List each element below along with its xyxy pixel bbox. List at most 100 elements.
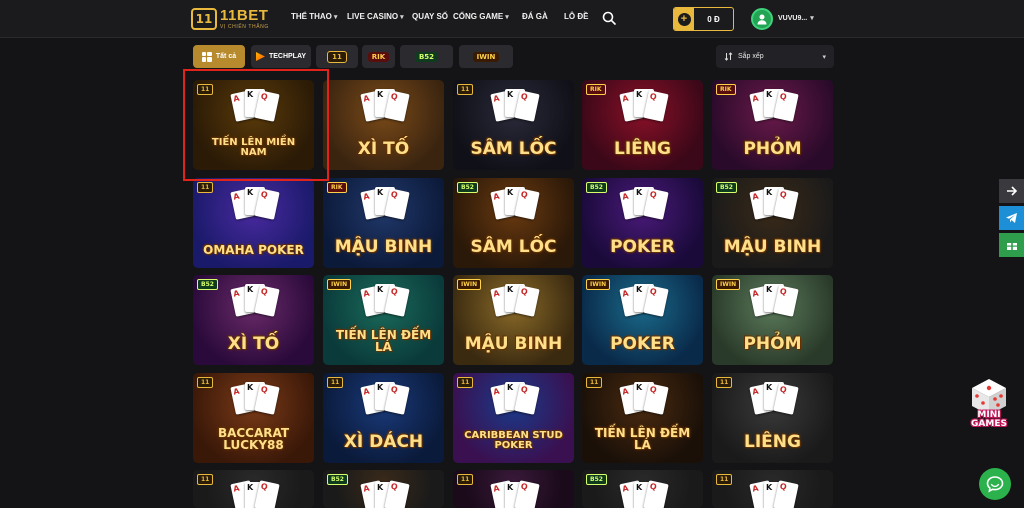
game-tile[interactable]: A K Q IWIN MẬU BINH [453,275,574,365]
game-tile[interactable]: A K Q 11 CARIBBEAN STUD POKER [453,373,574,463]
nav-item-quay-so[interactable]: QUAY SỐ [412,12,448,21]
balance-amount: 0 Đ [707,14,720,24]
playing-card-icon: Q [514,383,540,415]
playing-card-icon: Q [514,188,540,220]
mini-games-button[interactable]: MINI GAMES [962,377,1016,433]
filter-provider-rik[interactable]: RIK [362,45,395,68]
game-title: PHỎM [743,139,802,159]
nav-item-the-thao[interactable]: THỂ THAO ▾ [291,12,337,21]
brand-logo[interactable]: 11 11BET VỊ CHIẾN THẮNG [191,6,269,32]
filter-provider-iwin[interactable]: IWIN [459,45,513,68]
grid-icon [201,51,212,62]
game-tile[interactable]: A K Q B52 SÂM LỐC [453,178,574,268]
provider-badge: 11 [457,474,474,485]
logo-tagline: VỊ CHIẾN THẮNG [220,24,269,30]
game-tile[interactable]: A K Q 11 OMAHA POKER [193,178,314,268]
gift-icon [1006,243,1017,250]
playing-card-icon: Q [254,480,280,508]
game-tile[interactable]: A K Q 11 TIẾN LÊN ĐẾM LÁ [582,373,703,463]
user-avatar-icon[interactable] [751,8,773,30]
game-tile[interactable]: A K Q 11 SÂM LỐC [453,80,574,170]
provider-badge: 11 [457,377,474,388]
game-tile[interactable]: A K Q 11 [453,470,574,508]
filter-provider-11[interactable]: 11 [316,45,358,68]
playing-card-icon: Q [773,383,799,415]
game-title: CARIBBEAN STUD POKER [464,430,563,451]
provider-badge: RIK [716,84,736,95]
playing-card-icon: Q [384,90,410,122]
provider-badge: IWIN [716,279,741,290]
playing-card-icon: Q [384,480,410,508]
logo-name: 11BET [220,7,269,24]
sort-dropdown[interactable]: Sắp xếp ▾ [716,45,834,68]
provider-badge: IWIN [327,279,352,290]
game-tile[interactable]: A K Q RIK MẬU BINH [323,178,444,268]
provider-badge: 11 [457,84,474,95]
game-title: XÌ TỐ [357,139,410,159]
game-tile[interactable]: A K Q 11 BACCARAT LUCKY88 [193,373,314,463]
game-tile[interactable]: A K Q IWIN TIẾN LÊN ĐẾM LÁ [323,275,444,365]
live-chat-button[interactable] [979,468,1011,500]
playing-card-icon: Q [514,285,540,317]
filter-techplay[interactable]: TECHPLAY [251,45,311,68]
provider-badge: B52 [457,182,478,193]
game-tile[interactable]: A K Q 11 [712,470,833,508]
selected-game-highlight [183,69,329,181]
playing-card-icon: Q [773,480,799,508]
user-menu[interactable]: VUVU9... ▾ [778,14,814,23]
provider-badge: B52 [716,182,737,193]
deposit-button[interactable]: + [674,8,694,30]
playing-card-icon: Q [254,188,280,220]
provider-badge: RIK [327,182,347,193]
playing-card-icon: Q [643,480,669,508]
game-tile[interactable]: A K Q IWIN PHỎM [712,275,833,365]
nav-item-cong-game[interactable]: CỔNG GAME ▾ [453,12,509,21]
nav-item-live-casino[interactable]: LIVE CASINO ▾ [347,12,404,21]
nav-item-da-ga[interactable]: ĐÁ GÀ [522,12,548,21]
side-collapse-button[interactable] [999,179,1024,203]
filter-provider-b52[interactable]: B52 [400,45,453,68]
chat-bubble-icon [986,476,1004,493]
filter-all[interactable]: Tất cả [193,45,245,68]
telegram-button[interactable] [999,206,1024,230]
game-title: POKER [610,334,675,354]
provider-badge: 11 [327,377,344,388]
game-tile[interactable]: A K Q XÌ TỐ [323,80,444,170]
provider-badge: 11 [197,377,214,388]
game-tile[interactable]: A K Q 11 LIÊNG [712,373,833,463]
game-title: TIẾN LÊN ĐẾM LÁ [594,426,691,452]
playing-card-icon: Q [773,188,799,220]
game-tile[interactable]: A K Q RIK PHỎM [712,80,833,170]
chevron-down-icon: ▾ [810,15,814,22]
nav-item-lo-de[interactable]: LÔ ĐỀ [564,12,588,21]
provider-badge: B52 [327,474,348,485]
playing-card-icon: Q [643,285,669,317]
wallet-balance[interactable]: + 0 Đ [673,7,734,31]
game-title: MẬU BINH [464,334,563,354]
arrow-right-icon [1006,186,1017,196]
search-icon[interactable] [602,11,616,25]
game-tile[interactable]: A K Q B52 [582,470,703,508]
game-tile[interactable]: A K Q B52 XÌ TỐ [193,275,314,365]
provider-badge: 11 [197,474,214,485]
game-title: PHỎM [743,334,802,354]
game-tile[interactable]: A K Q 11 XÌ DÁCH [323,373,444,463]
provider-badge: B52 [197,279,218,290]
sort-icon [724,52,733,61]
plus-icon: + [677,12,691,26]
game-tile[interactable]: A K Q 11 [193,470,314,508]
game-tile[interactable]: A K Q B52 POKER [582,178,703,268]
game-title: TIẾN LÊN ĐẾM LÁ [335,328,432,354]
game-tile[interactable]: A K Q B52 [323,470,444,508]
provider-badge: 11 [716,377,733,388]
game-title: OMAHA POKER [203,243,304,257]
provider-badge: IWIN [457,279,482,290]
game-title: LIÊNG [614,139,671,159]
gift-button[interactable] [999,233,1024,257]
provider-badge: RIK [586,84,606,95]
game-tile[interactable]: A K Q RIK LIÊNG [582,80,703,170]
game-tile[interactable]: A K Q B52 MẬU BINH [712,178,833,268]
playing-card-icon: Q [643,90,669,122]
game-title: XÌ DÁCH [343,432,424,452]
game-tile[interactable]: A K Q IWIN POKER [582,275,703,365]
